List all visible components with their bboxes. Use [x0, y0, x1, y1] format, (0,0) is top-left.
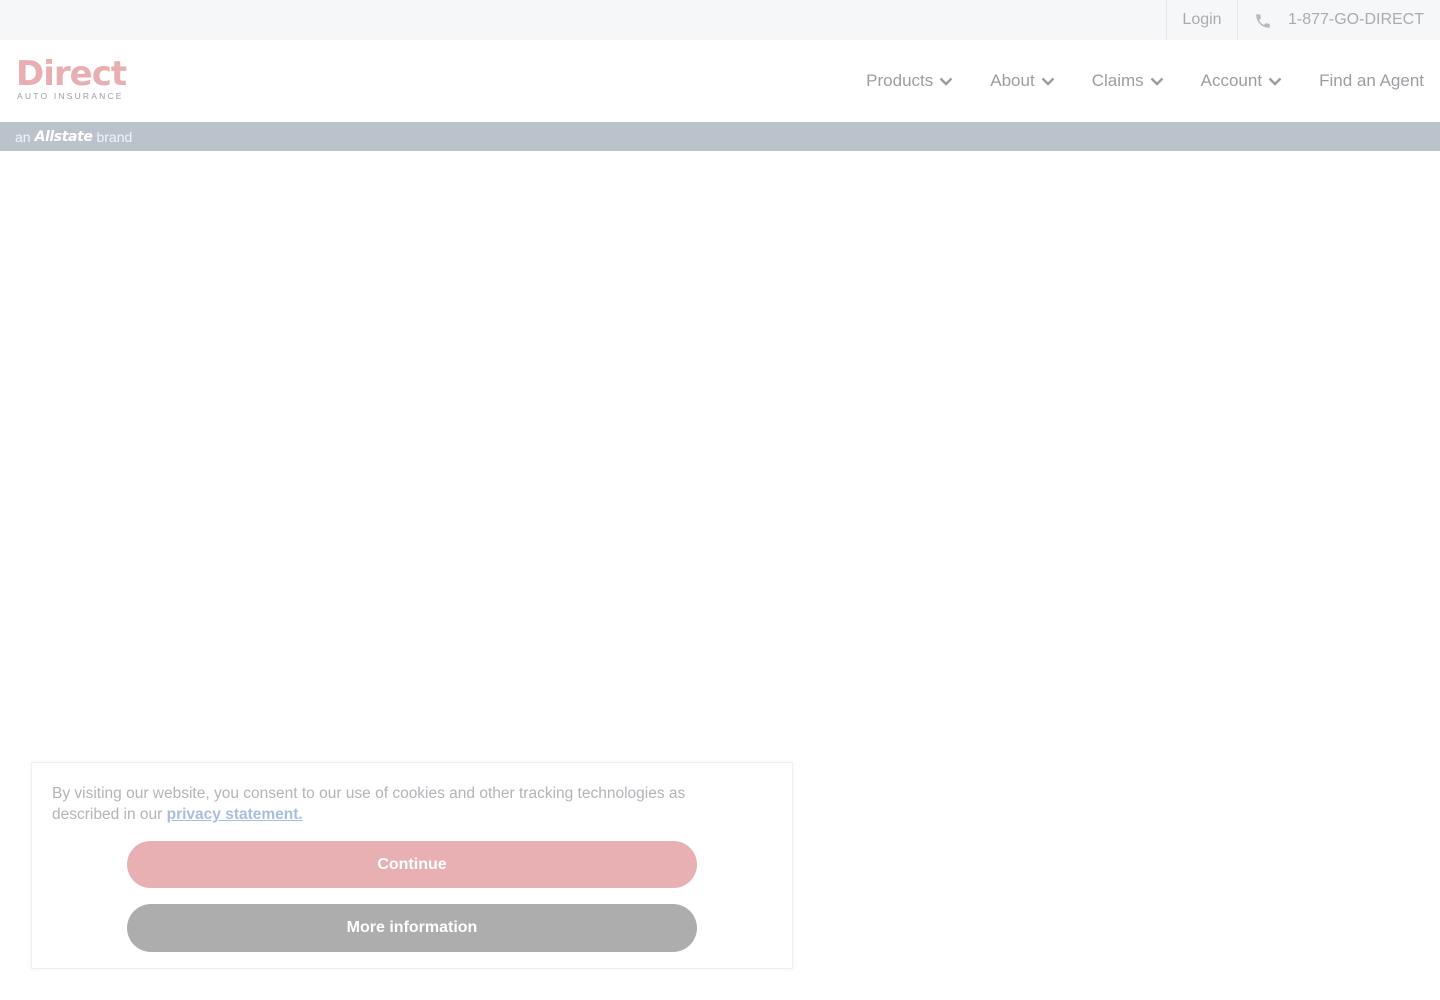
logo-wordmark: Direct [16, 54, 127, 94]
nav-label: Products [866, 71, 934, 90]
phone-icon [1256, 14, 1270, 28]
cookie-consent-banner: By visiting our website, you consent to … [31, 762, 793, 969]
login-link[interactable]: Login [1166, 0, 1238, 40]
site-header: Direct AUTO INSURANCE Products About Cla… [0, 40, 1440, 122]
phone-link[interactable]: 1-877-GO-DIRECT [1238, 0, 1440, 40]
chevron-down-icon [1150, 77, 1163, 86]
nav-label: Claims [1091, 71, 1144, 90]
nav-label: About [990, 71, 1035, 90]
allstate-brand-strip: an Allstate brand [0, 122, 1440, 151]
nav-products[interactable]: Products [866, 71, 953, 91]
nav-claims[interactable]: Claims [1092, 71, 1164, 91]
more-information-button[interactable]: More information [127, 904, 697, 952]
brand-suffix: brand [96, 128, 133, 145]
continue-button[interactable]: Continue [127, 841, 697, 888]
cookie-message-text: By visiting our website, you consent to … [52, 785, 686, 823]
nav-about[interactable]: About [990, 71, 1055, 91]
allstate-logo: Allstate [34, 128, 93, 145]
utility-bar: Login 1-877-GO-DIRECT [0, 0, 1440, 40]
direct-auto-logo[interactable]: Direct AUTO INSURANCE [16, 54, 127, 104]
phone-number: 1-877-GO-DIRECT [1287, 11, 1424, 28]
main-nav: Products About Claims Account Find an Ag… [829, 40, 1424, 122]
chevron-down-icon [1268, 77, 1282, 86]
nav-find-an-agent[interactable]: Find an Agent [1319, 71, 1424, 91]
chevron-down-icon [1041, 77, 1055, 86]
nav-label: Account [1200, 71, 1263, 90]
privacy-statement-link[interactable]: privacy statement. [167, 806, 303, 823]
nav-account[interactable]: Account [1201, 71, 1282, 91]
brand-prefix: an [15, 128, 31, 145]
logo-subline: AUTO INSURANCE [17, 91, 124, 101]
cookie-message: By visiting our website, you consent to … [52, 783, 732, 825]
chevron-down-icon [939, 77, 953, 86]
nav-label: Find an Agent [1319, 71, 1424, 90]
